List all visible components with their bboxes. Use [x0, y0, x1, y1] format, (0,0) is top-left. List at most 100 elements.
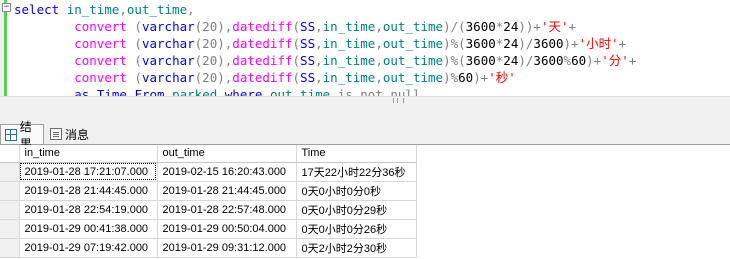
code-token: 3600 — [533, 53, 564, 68]
code-token: ( — [292, 53, 301, 68]
cell-time[interactable]: 0天2小时2分30秒 — [296, 238, 417, 258]
cell-time[interactable]: 0天0小时0分0秒 — [296, 181, 417, 201]
code-token: (20), — [194, 36, 233, 51]
table-row[interactable]: 2019-01-28 22:54:19.000 2019-01-28 22:57… — [0, 200, 417, 220]
code-token: out_time — [382, 70, 444, 85]
code-token: ( — [126, 70, 142, 85]
cell-time[interactable]: 0天0小时0分29秒 — [296, 200, 417, 220]
header-row: in_time out_time Time — [0, 145, 417, 163]
code-token: out_time — [382, 53, 444, 68]
code-token: , — [187, 2, 195, 17]
cell-time[interactable]: 17天22小时22分36秒 — [296, 162, 417, 182]
cell-out-time[interactable]: 2019-01-28 21:44:45.000 — [157, 181, 297, 201]
table-row[interactable]: 2019-01-29 00:41:38.000 2019-01-29 00:50… — [0, 219, 417, 239]
code-token: SS — [300, 36, 316, 51]
code-token: (20), — [194, 53, 233, 68]
code-line[interactable]: select in_time,out_time, — [14, 1, 636, 18]
cell-in-time[interactable]: 2019-01-28 17:21:07.000 — [19, 162, 158, 182]
code-token: varchar — [141, 53, 195, 68]
code-token: datediff — [232, 36, 293, 51]
code-line[interactable]: convert (varchar(20),datediff(SS,in_time… — [14, 69, 636, 86]
code-token: '秒' — [488, 70, 516, 85]
code-token: varchar — [141, 36, 195, 51]
code-line[interactable]: convert (varchar(20),datediff(SS,in_time… — [14, 18, 636, 35]
code-token: in_time — [322, 70, 376, 85]
code-line[interactable]: convert (varchar(20),datediff(SS,in_time… — [14, 35, 636, 52]
row-header[interactable] — [0, 219, 20, 239]
sql-editor[interactable]: − select in_time,out_time, convert (varc… — [0, 0, 730, 104]
messages-icon — [50, 128, 62, 140]
code-token: % — [563, 53, 572, 68]
code-token: )/ — [518, 36, 534, 51]
collapse-icon[interactable]: − — [2, 3, 11, 12]
column-header-in-time[interactable]: in_time — [19, 145, 158, 163]
code-token: ))+ — [518, 19, 541, 34]
code-token: 24 — [503, 19, 519, 34]
code-token: convert — [74, 70, 127, 85]
code-token: in_time — [322, 19, 376, 34]
code-token: , — [375, 19, 383, 34]
code-token: ( — [126, 53, 142, 68]
code-token: SS — [300, 19, 316, 34]
change-indicator-bar — [4, 0, 7, 96]
tab-results[interactable]: 结果 — [0, 120, 44, 151]
cell-time[interactable]: 0天0小时0分26秒 — [296, 219, 417, 239]
cell-in-time[interactable]: 2019-01-28 22:54:19.000 — [19, 200, 158, 220]
code-token: )/( — [443, 19, 466, 34]
code-token: (20), — [194, 70, 233, 85]
cell-out-time[interactable]: 2019-02-15 16:20:43.000 — [157, 162, 297, 182]
results-tab-strip: 结果 消息 — [0, 104, 730, 151]
code-token: ( — [126, 36, 142, 51]
sql-code[interactable]: select in_time,out_time, convert (varcha… — [14, 1, 636, 103]
editor-splitter[interactable] — [0, 96, 730, 104]
code-token: 3600 — [465, 36, 496, 51]
cell-in-time[interactable]: 2019-01-28 21:44:45.000 — [19, 181, 158, 201]
code-token: convert — [74, 19, 127, 34]
code-token: ( — [126, 19, 142, 34]
cell-out-time[interactable]: 2019-01-29 09:31:12.000 — [157, 238, 297, 258]
code-token: convert — [74, 36, 127, 51]
corner-cell[interactable] — [0, 145, 20, 163]
code-token: in_time — [322, 36, 376, 51]
cell-out-time[interactable]: 2019-01-28 22:57:48.000 — [157, 200, 297, 220]
table-row[interactable]: 2019-01-28 17:21:07.000 2019-02-15 16:20… — [0, 162, 417, 182]
code-token: '天' — [540, 19, 569, 34]
cell-out-time[interactable]: 2019-01-29 00:50:04.000 — [157, 219, 297, 239]
code-token: )% — [443, 70, 459, 85]
column-header-time[interactable]: Time — [296, 145, 417, 163]
code-token: datediff — [232, 53, 293, 68]
code-token: )+ — [563, 36, 579, 51]
code-token: select — [14, 2, 67, 17]
table-row[interactable]: 2019-01-28 21:44:45.000 2019-01-28 21:44… — [0, 181, 417, 201]
code-token: )%( — [443, 53, 466, 68]
column-header-out-time[interactable]: out_time — [157, 145, 297, 163]
code-token: varchar — [141, 19, 195, 34]
code-token: , — [375, 70, 383, 85]
row-header[interactable] — [0, 181, 20, 201]
cell-in-time[interactable]: 2019-01-29 00:41:38.000 — [19, 219, 158, 239]
row-header[interactable] — [0, 238, 20, 258]
results-grid[interactable]: in_time out_time Time 2019-01-28 17:21:0… — [0, 145, 730, 259]
code-line[interactable]: convert (varchar(20),datediff(SS,in_time… — [14, 52, 636, 69]
code-token: ( — [292, 36, 301, 51]
results-table: in_time out_time Time 2019-01-28 17:21:0… — [0, 145, 417, 258]
row-header[interactable] — [0, 162, 20, 182]
code-token: 3600 — [465, 19, 496, 34]
splitter-grip-icon[interactable] — [393, 98, 404, 103]
code-token: 3600 — [533, 36, 564, 51]
code-token: )/ — [518, 53, 534, 68]
cell-in-time[interactable]: 2019-01-29 07:19:42.000 — [19, 238, 158, 258]
code-token: , — [375, 36, 383, 51]
tab-messages[interactable]: 消息 — [46, 124, 98, 144]
code-token: )+ — [473, 70, 489, 85]
code-token: SS — [300, 53, 316, 68]
row-header[interactable] — [0, 200, 20, 220]
code-token: datediff — [232, 70, 293, 85]
code-token: (20), — [194, 19, 233, 34]
table-row[interactable]: 2019-01-29 07:19:42.000 2019-01-29 09:31… — [0, 238, 417, 258]
code-token: , — [315, 53, 323, 68]
code-token: out_time — [382, 19, 444, 34]
